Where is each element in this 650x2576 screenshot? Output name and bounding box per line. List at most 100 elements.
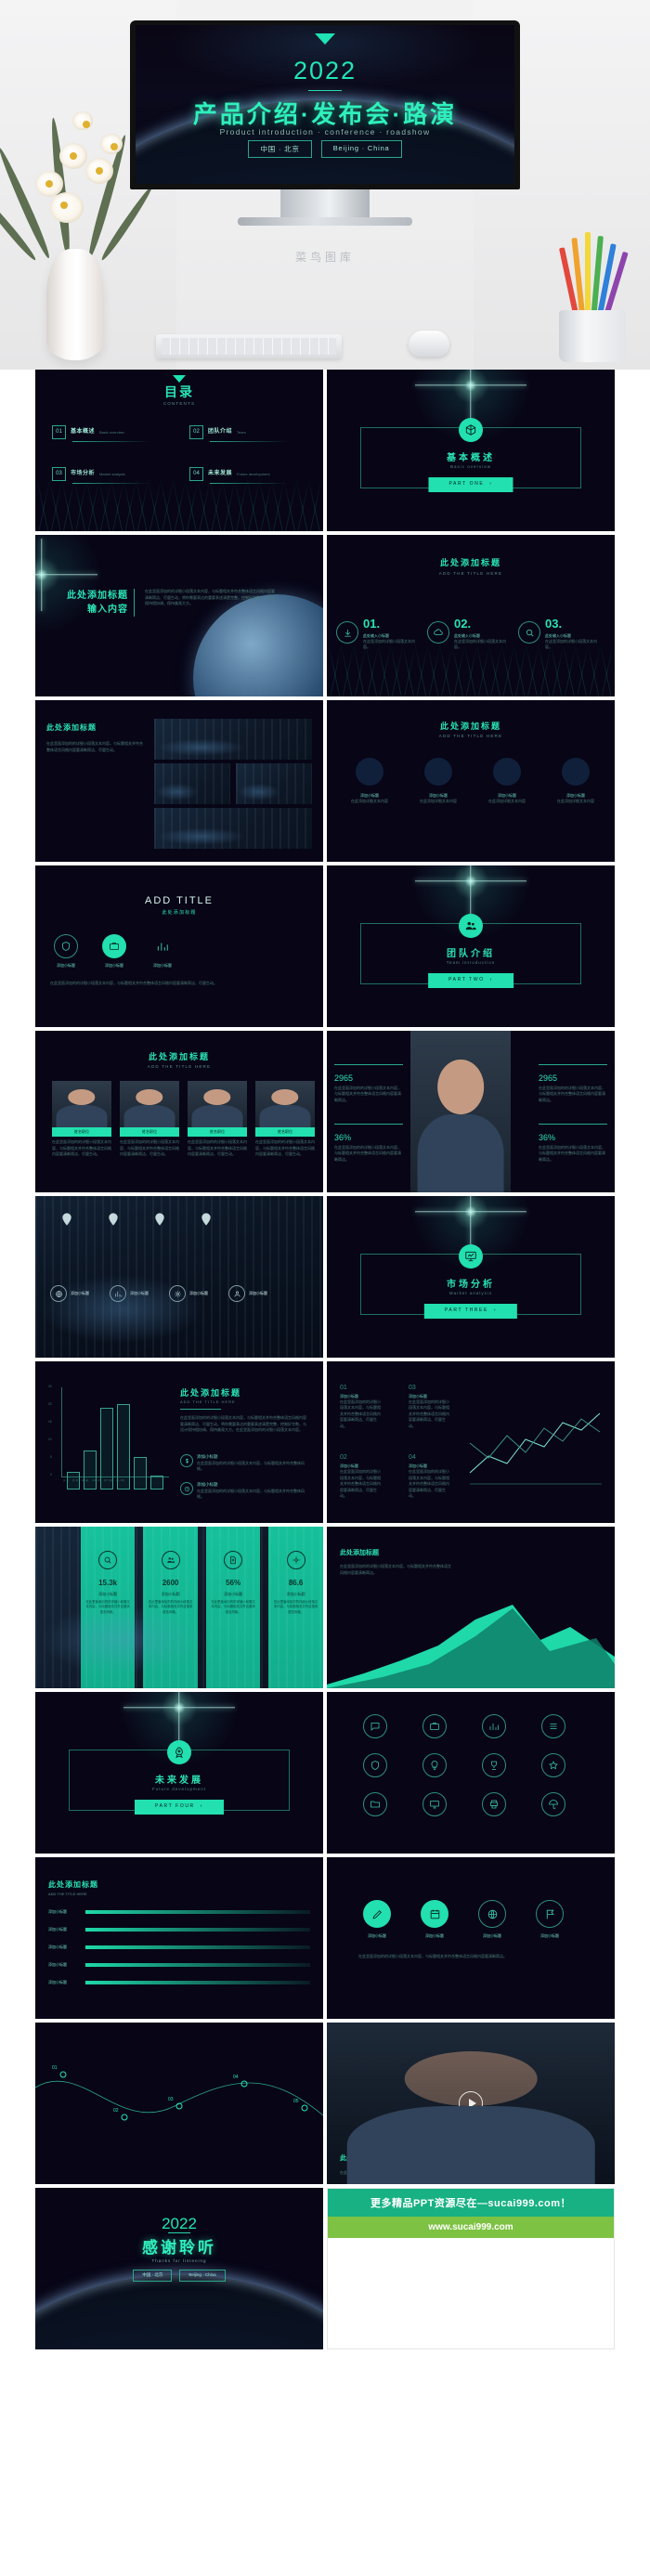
team-member-4[interactable]: 姓名职位 在此里面添加的的详细小段落文本内容，与标题相关并符合整体语言风格内容要…	[255, 1081, 315, 1158]
monitor-icon[interactable]	[422, 1792, 447, 1816]
flag-icon	[536, 1900, 564, 1928]
map-item-1[interactable]: 添加小标题	[50, 1285, 89, 1302]
kpi-item-2[interactable]: 2600 添加小标题 在此里面添加的的详细小段落文本内容，与标题相关并符合整体语…	[143, 1527, 198, 1688]
map-item-2[interactable]: 添加小标题	[110, 1285, 149, 1302]
slide-add-title[interactable]: ADD TITLE 此处添加标题 添加小标题 添加小标题 添加小标题 在此里面添…	[35, 865, 323, 1027]
circle-item-3[interactable]: 添加小标题 在此添加详细文本内容	[481, 758, 533, 805]
toc-item-1[interactable]: 01 基本概述 Basic overview	[52, 425, 124, 439]
toc-item-4[interactable]: 04 未来发展 Future development	[189, 467, 270, 481]
slide-four-circles[interactable]: 此处添加标题 ADD THE TITLE HERE 添加小标题 在此添加详细文本…	[327, 700, 615, 862]
list-item-03[interactable]: 03 添加小标题 在此里面添加的的详细小段落文本内容，与标题相关并符合整体语言风…	[409, 1384, 449, 1429]
toc-number: 03	[52, 467, 66, 481]
briefcase-icon[interactable]	[422, 1714, 447, 1738]
slide-line-chart[interactable]: 01 添加小标题 在此里面添加的的详细小段落文本内容，与标题相关并符合整体语言风…	[327, 1361, 615, 1523]
map-item-4[interactable]: 添加小标题	[228, 1285, 267, 1302]
circle-item-2[interactable]: 添加小标题 在此添加详细文本内容	[412, 758, 464, 805]
slide-team-photos[interactable]: 此处添加标题 ADD THE TITLE HERE 姓名职位 在此里面添加的的详…	[35, 1031, 323, 1192]
slide-part-three[interactable]: 市场分析 Market analysis PART THREE ›	[327, 1196, 615, 1358]
bar-row[interactable]: 添加小标题	[48, 1909, 310, 1915]
list-item-01[interactable]: 01 添加小标题 在此里面添加的的详细小段落文本内容，与标题相关并符合整体语言风…	[340, 1384, 381, 1429]
bar-row[interactable]: 添加小标题	[48, 1927, 310, 1932]
bar-row[interactable]: 添加小标题	[48, 1980, 310, 1985]
slide-three-steps[interactable]: 此处添加标题 ADD THE TITLE HERE 01. 此处输入小标题 在这…	[327, 535, 615, 696]
circle-item-4[interactable]: 添加小标题 在此添加详细文本内容	[550, 758, 602, 805]
circle-icon-item-1[interactable]: 添加小标题	[358, 1900, 396, 1939]
lightbulb-icon[interactable]	[422, 1753, 447, 1777]
umbrella-icon[interactable]	[541, 1792, 566, 1816]
slide-bar-chart[interactable]: 25 20 15 10 5 0 (1, 5] (5, 9] (9, 13] (1…	[35, 1361, 323, 1523]
clock-icon	[180, 1482, 193, 1495]
part-button[interactable]: PART THREE ›	[423, 1304, 518, 1319]
kpi-item-3[interactable]: 56% 添加小标题 在此里面添加的的详细小段落文本内容，与标题相关并符合整体语言…	[205, 1527, 261, 1688]
slide-video[interactable]: 此处添加标题 在此里面添加的的详细小段落文本内容，与标题相关并符合整体语言风格。	[327, 2023, 615, 2184]
item-number: 02	[340, 1454, 347, 1462]
printer-icon[interactable]	[482, 1792, 506, 1816]
icon-item-3[interactable]: 添加小标题	[150, 934, 175, 969]
slide-ending[interactable]: 2022 感谢聆听 Thanks for listening 中国 · 北京 B…	[35, 2188, 323, 2349]
promo-banner[interactable]: 更多精品PPT资源尽在—sucai999.com！ www.sucai999.c…	[327, 2188, 615, 2349]
kpi-item-1[interactable]: 15.3k 添加小标题 在此里面添加的的详细小段落文本内容，与标题相关并符合整体…	[80, 1527, 136, 1688]
part-button[interactable]: PART TWO ›	[428, 973, 514, 988]
slide-timeline-bars[interactable]: 此处添加标题 ADD THE TITLE HERE 添加小标题 添加小标题 添加…	[35, 1857, 323, 2019]
timeline-point-01: 01	[52, 2065, 58, 2071]
photo-presenter	[410, 1031, 511, 1192]
step-item-1[interactable]: 01. 此处输入小标题 在这里添加的详细小段落文本内容。	[336, 615, 421, 651]
circle-icon-item-3[interactable]: 添加小标题	[474, 1900, 511, 1939]
play-button[interactable]	[459, 2091, 483, 2115]
map-item-3[interactable]: 添加小标题	[169, 1285, 208, 1302]
kpi-label: 添加小标题	[224, 1592, 243, 1596]
slide-body: 在此里面添加的的详细小段落文本内容，与标题相关并符合整体语言风格内容要清晰简洁。	[358, 1954, 507, 1958]
slide-curve-timeline[interactable]: 01 02 03 04 05	[35, 2023, 323, 2184]
trophy-icon[interactable]	[482, 1753, 506, 1777]
bar-row[interactable]: 添加小标题	[48, 1945, 310, 1950]
star-icon[interactable]	[541, 1753, 566, 1777]
slide-city-photos[interactable]: 此处添加标题 在此里面添加的的详细小段落文本内容，与标题相关并符合整体语言风格内…	[35, 700, 323, 862]
map-item-label: 添加小标题	[71, 1291, 89, 1295]
team-member-3[interactable]: 姓名职位 在此里面添加的的详细小段落文本内容，与标题相关并符合整体语言风格内容要…	[188, 1081, 247, 1158]
circle-icon-item-4[interactable]: 添加小标题	[531, 1900, 568, 1939]
circle-body: 在此添加详细文本内容	[351, 799, 388, 803]
slide-circle-icons[interactable]: 添加小标题 添加小标题 添加小标题 添加小标题 在此里面添加的的详细小段落文本内…	[327, 1857, 615, 2019]
slide-part-four[interactable]: 未来发展 Future development PART FOUR ›	[35, 1692, 323, 1854]
part-button[interactable]: PART FOUR ›	[135, 1800, 224, 1815]
slide-part-two[interactable]: 团队介绍 Team introduction PART TWO ›	[327, 865, 615, 1027]
icon-item-2[interactable]: 添加小标题	[102, 934, 126, 969]
team-member-2[interactable]: 姓名职位 在此里面添加的的详细小段落文本内容，与标题相关并符合整体语言风格内容要…	[120, 1081, 179, 1158]
team-member-1[interactable]: 姓名职位 在此里面添加的的详细小段落文本内容，与标题相关并符合整体语言风格内容要…	[52, 1081, 111, 1158]
part-button[interactable]: PART ONE ›	[428, 477, 514, 492]
icon-item-1[interactable]: 添加小标题	[54, 934, 78, 969]
slide-earth-title[interactable]: 此处添加标题 输入内容 在此里面添加的的详细小段落文本内容，与标题相关并符合整体…	[35, 535, 323, 696]
slide-icon-matrix[interactable]	[327, 1692, 615, 1854]
list-item-02[interactable]: 02 添加小标题 在此里面添加的的详细小段落文本内容，与标题相关并符合整体语言风…	[340, 1453, 381, 1499]
globe-icon	[478, 1900, 506, 1928]
list-icon[interactable]	[541, 1714, 566, 1738]
slide-area-chart[interactable]: 此处添加标题 在此里面添加的的详细小段落文本内容，与标题相关并符合整体语言风格内…	[327, 1527, 615, 1688]
circle-icon-item-2[interactable]: 添加小标题	[416, 1900, 453, 1939]
list-item-04[interactable]: 04 添加小标题 在此里面添加的的详细小段落文本内容，与标题相关并符合整体语言风…	[409, 1453, 449, 1499]
slide-kpi-strip[interactable]: 15.3k 添加小标题 在此里面添加的的详细小段落文本内容，与标题相关并符合整体…	[35, 1527, 323, 1688]
circle-item-1[interactable]: 添加小标题 在此添加详细文本内容	[344, 758, 396, 805]
chart-icon[interactable]	[482, 1714, 506, 1738]
slide-part-one[interactable]: 基本概述 Basic overview PART ONE ›	[327, 370, 615, 531]
bullet-1[interactable]: 添加小标题 在此里面添加的的详细小段落文本内容，与标题相关并符合整体风格。	[180, 1454, 306, 1473]
shield-icon[interactable]	[363, 1753, 387, 1777]
chat-icon[interactable]	[363, 1714, 387, 1738]
step-number: 03.	[545, 617, 563, 631]
icon-label: 添加小标题	[105, 963, 124, 968]
slide-stats-two-col[interactable]: 2965 在此里面添加的的详细小段落文本内容，与标题相关并符合整体语言风格内容要…	[327, 1031, 615, 1192]
map-item-label: 添加小标题	[189, 1291, 208, 1295]
bullet-2[interactable]: 添加小标题 在此里面添加的的详细小段落文本内容，与标题相关并符合整体风格。	[180, 1482, 306, 1501]
kpi-item-4[interactable]: 86.6 添加小标题 在此里面添加的的详细小段落文本内容，与标题相关并符合整体语…	[268, 1527, 323, 1688]
slide-map-icons[interactable]: 添加小标题 添加小标题 添加小标题 添加小标题	[35, 1196, 323, 1358]
step-item-3[interactable]: 03. 此处输入小标题 在这里添加的详细小段落文本内容。	[518, 615, 603, 651]
circle-body: 在此添加详细文本内容	[488, 799, 526, 803]
promo-banner-line2: www.sucai999.com	[328, 2217, 614, 2238]
bar-row[interactable]: 添加小标题	[48, 1962, 310, 1968]
toc-item-2[interactable]: 02 团队介绍 Team	[189, 425, 246, 439]
step-item-2[interactable]: 02. 此处输入小标题 在这里添加的详细小段落文本内容。	[427, 615, 512, 651]
kpi-body: 在此里面添加的的详细小段落文本内容，与标题相关并符合整体语言风格。	[85, 1600, 130, 1614]
slide-toc[interactable]: 目录 CONTENTS 01 基本概述 Basic overview 02 团队…	[35, 370, 323, 531]
folder-icon[interactable]	[363, 1792, 387, 1816]
earth-horizon	[35, 2275, 323, 2349]
toc-item-3[interactable]: 03 市场分析 Market analysis	[52, 467, 125, 481]
